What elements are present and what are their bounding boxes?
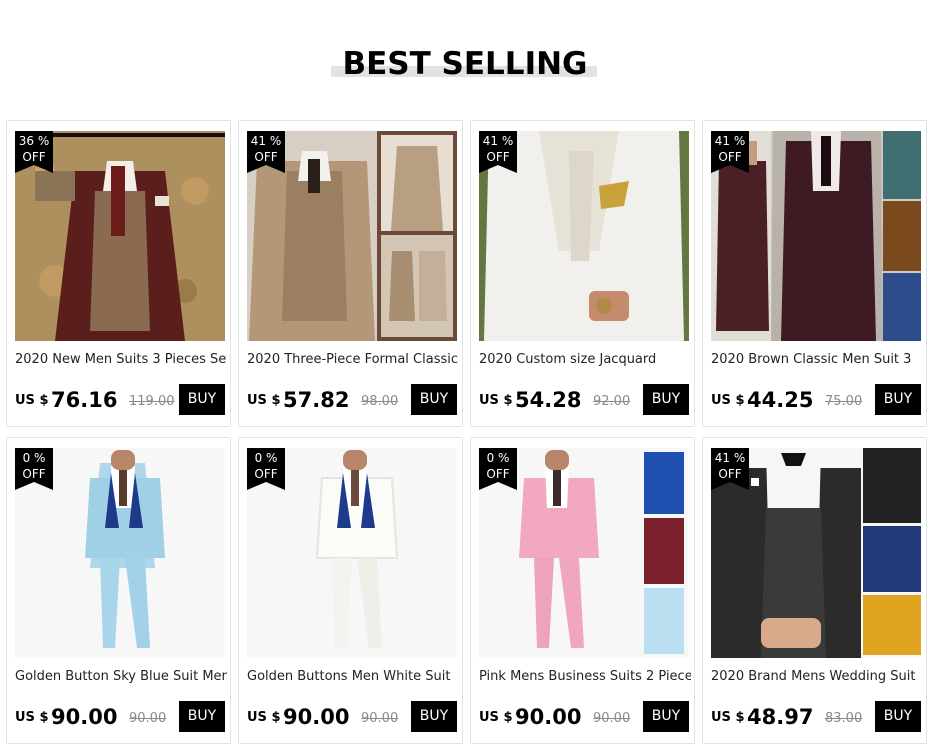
original-price: 119.00 bbox=[129, 394, 175, 409]
product-name[interactable]: Golden Buttons Men White Suit bbox=[247, 668, 459, 686]
product-image[interactable]: 36 % OFF bbox=[15, 131, 225, 341]
discount-badge: 41 % OFF bbox=[247, 131, 285, 173]
currency-label: US $ bbox=[15, 710, 49, 725]
current-price: 54.28 bbox=[515, 388, 582, 412]
product-card[interactable]: 0 % OFF Golden Button Sky Blue Suit Men … bbox=[6, 437, 231, 744]
discount-percent: 41 % bbox=[714, 451, 746, 465]
product-image[interactable]: 0 % OFF bbox=[15, 448, 225, 658]
currency-label: US $ bbox=[711, 710, 745, 725]
price-row: US $ 76.16 119.00 BUY bbox=[15, 384, 225, 417]
product-card[interactable]: 0 % OFF Golden Buttons Men White Suit US… bbox=[238, 437, 463, 744]
original-price: 90.00 bbox=[361, 711, 399, 726]
product-card[interactable]: 0 % OFF Pink Mens Business Suits 2 Piece… bbox=[470, 437, 695, 744]
product-name[interactable]: Pink Mens Business Suits 2 Pieces bbox=[479, 668, 691, 686]
discount-badge: 41 % OFF bbox=[479, 131, 517, 173]
discount-badge: 41 % OFF bbox=[711, 131, 749, 173]
price-row: US $ 48.97 83.00 BUY bbox=[711, 701, 921, 734]
original-price: 98.00 bbox=[361, 394, 399, 409]
discount-percent: 41 % bbox=[482, 134, 514, 148]
discount-badge: 41 % OFF bbox=[711, 448, 749, 490]
product-name[interactable]: 2020 Brown Classic Men Suit 3 bbox=[711, 351, 923, 369]
buy-button[interactable]: BUY bbox=[411, 384, 457, 415]
section-title: BEST SELLING bbox=[342, 46, 588, 82]
product-card[interactable]: 41 % OFF 2020 Brand Mens Wedding Suit US… bbox=[702, 437, 927, 744]
current-price: 90.00 bbox=[51, 705, 118, 729]
original-price: 75.00 bbox=[825, 394, 863, 409]
original-price: 83.00 bbox=[825, 711, 863, 726]
current-price: 76.16 bbox=[51, 388, 118, 412]
discount-off-label: OFF bbox=[718, 467, 742, 481]
discount-off-label: OFF bbox=[254, 150, 278, 164]
product-image[interactable]: 41 % OFF bbox=[711, 448, 921, 658]
product-name[interactable]: 2020 Custom size Jacquard bbox=[479, 351, 691, 369]
currency-label: US $ bbox=[479, 710, 513, 725]
discount-percent: 0 % bbox=[22, 451, 46, 465]
original-price: 90.00 bbox=[129, 711, 167, 726]
currency-label: US $ bbox=[711, 393, 745, 408]
currency-label: US $ bbox=[15, 393, 49, 408]
product-name[interactable]: 2020 Three-Piece Formal Classic bbox=[247, 351, 459, 369]
product-image[interactable]: 41 % OFF bbox=[247, 131, 457, 341]
current-price: 90.00 bbox=[283, 705, 350, 729]
product-image[interactable]: 41 % OFF bbox=[479, 131, 689, 341]
currency-label: US $ bbox=[247, 710, 281, 725]
buy-button[interactable]: BUY bbox=[643, 701, 689, 732]
product-name[interactable]: 2020 Brand Mens Wedding Suit bbox=[711, 668, 923, 686]
discount-off-label: OFF bbox=[486, 467, 510, 481]
discount-percent: 41 % bbox=[714, 134, 746, 148]
current-price: 48.97 bbox=[747, 705, 814, 729]
product-image[interactable]: 0 % OFF bbox=[247, 448, 457, 658]
discount-percent: 0 % bbox=[486, 451, 510, 465]
product-image[interactable]: 41 % OFF bbox=[711, 131, 921, 341]
section-header: BEST SELLING bbox=[0, 44, 932, 84]
buy-button[interactable]: BUY bbox=[179, 384, 225, 415]
currency-label: US $ bbox=[479, 393, 513, 408]
buy-button[interactable]: BUY bbox=[875, 384, 921, 415]
discount-off-label: OFF bbox=[486, 150, 510, 164]
buy-button[interactable]: BUY bbox=[179, 701, 225, 732]
discount-percent: 41 % bbox=[250, 134, 282, 148]
product-card[interactable]: 41 % OFF 2020 Brown Classic Men Suit 3 U… bbox=[702, 120, 927, 427]
current-price: 57.82 bbox=[283, 388, 350, 412]
current-price: 90.00 bbox=[515, 705, 582, 729]
discount-percent: 0 % bbox=[254, 451, 278, 465]
price-row: US $ 90.00 90.00 BUY bbox=[15, 701, 225, 734]
discount-badge: 36 % OFF bbox=[15, 131, 53, 173]
original-price: 92.00 bbox=[593, 394, 631, 409]
product-card[interactable]: 41 % OFF 2020 Three-Piece Formal Classic… bbox=[238, 120, 463, 427]
discount-percent: 36 % bbox=[18, 134, 50, 148]
product-card[interactable]: 36 % OFF 2020 New Men Suits 3 Pieces Set… bbox=[6, 120, 231, 427]
product-name[interactable]: Golden Button Sky Blue Suit Men bbox=[15, 668, 227, 686]
discount-off-label: OFF bbox=[254, 467, 278, 481]
price-row: US $ 57.82 98.00 BUY bbox=[247, 384, 457, 417]
discount-off-label: OFF bbox=[22, 150, 46, 164]
product-image[interactable]: 0 % OFF bbox=[479, 448, 689, 658]
price-row: US $ 44.25 75.00 BUY bbox=[711, 384, 921, 417]
discount-badge: 0 % OFF bbox=[247, 448, 285, 490]
product-grid: 36 % OFF 2020 New Men Suits 3 Pieces Set… bbox=[6, 120, 928, 745]
discount-off-label: OFF bbox=[718, 150, 742, 164]
price-row: US $ 90.00 90.00 BUY bbox=[479, 701, 689, 734]
discount-badge: 0 % OFF bbox=[15, 448, 53, 490]
current-price: 44.25 bbox=[747, 388, 814, 412]
buy-button[interactable]: BUY bbox=[875, 701, 921, 732]
discount-badge: 0 % OFF bbox=[479, 448, 517, 490]
product-card[interactable]: 41 % OFF 2020 Custom size Jacquard US $ … bbox=[470, 120, 695, 427]
original-price: 90.00 bbox=[593, 711, 631, 726]
price-row: US $ 54.28 92.00 BUY bbox=[479, 384, 689, 417]
product-name[interactable]: 2020 New Men Suits 3 Pieces Set bbox=[15, 351, 227, 369]
buy-button[interactable]: BUY bbox=[643, 384, 689, 415]
discount-off-label: OFF bbox=[22, 467, 46, 481]
currency-label: US $ bbox=[247, 393, 281, 408]
buy-button[interactable]: BUY bbox=[411, 701, 457, 732]
price-row: US $ 90.00 90.00 BUY bbox=[247, 701, 457, 734]
